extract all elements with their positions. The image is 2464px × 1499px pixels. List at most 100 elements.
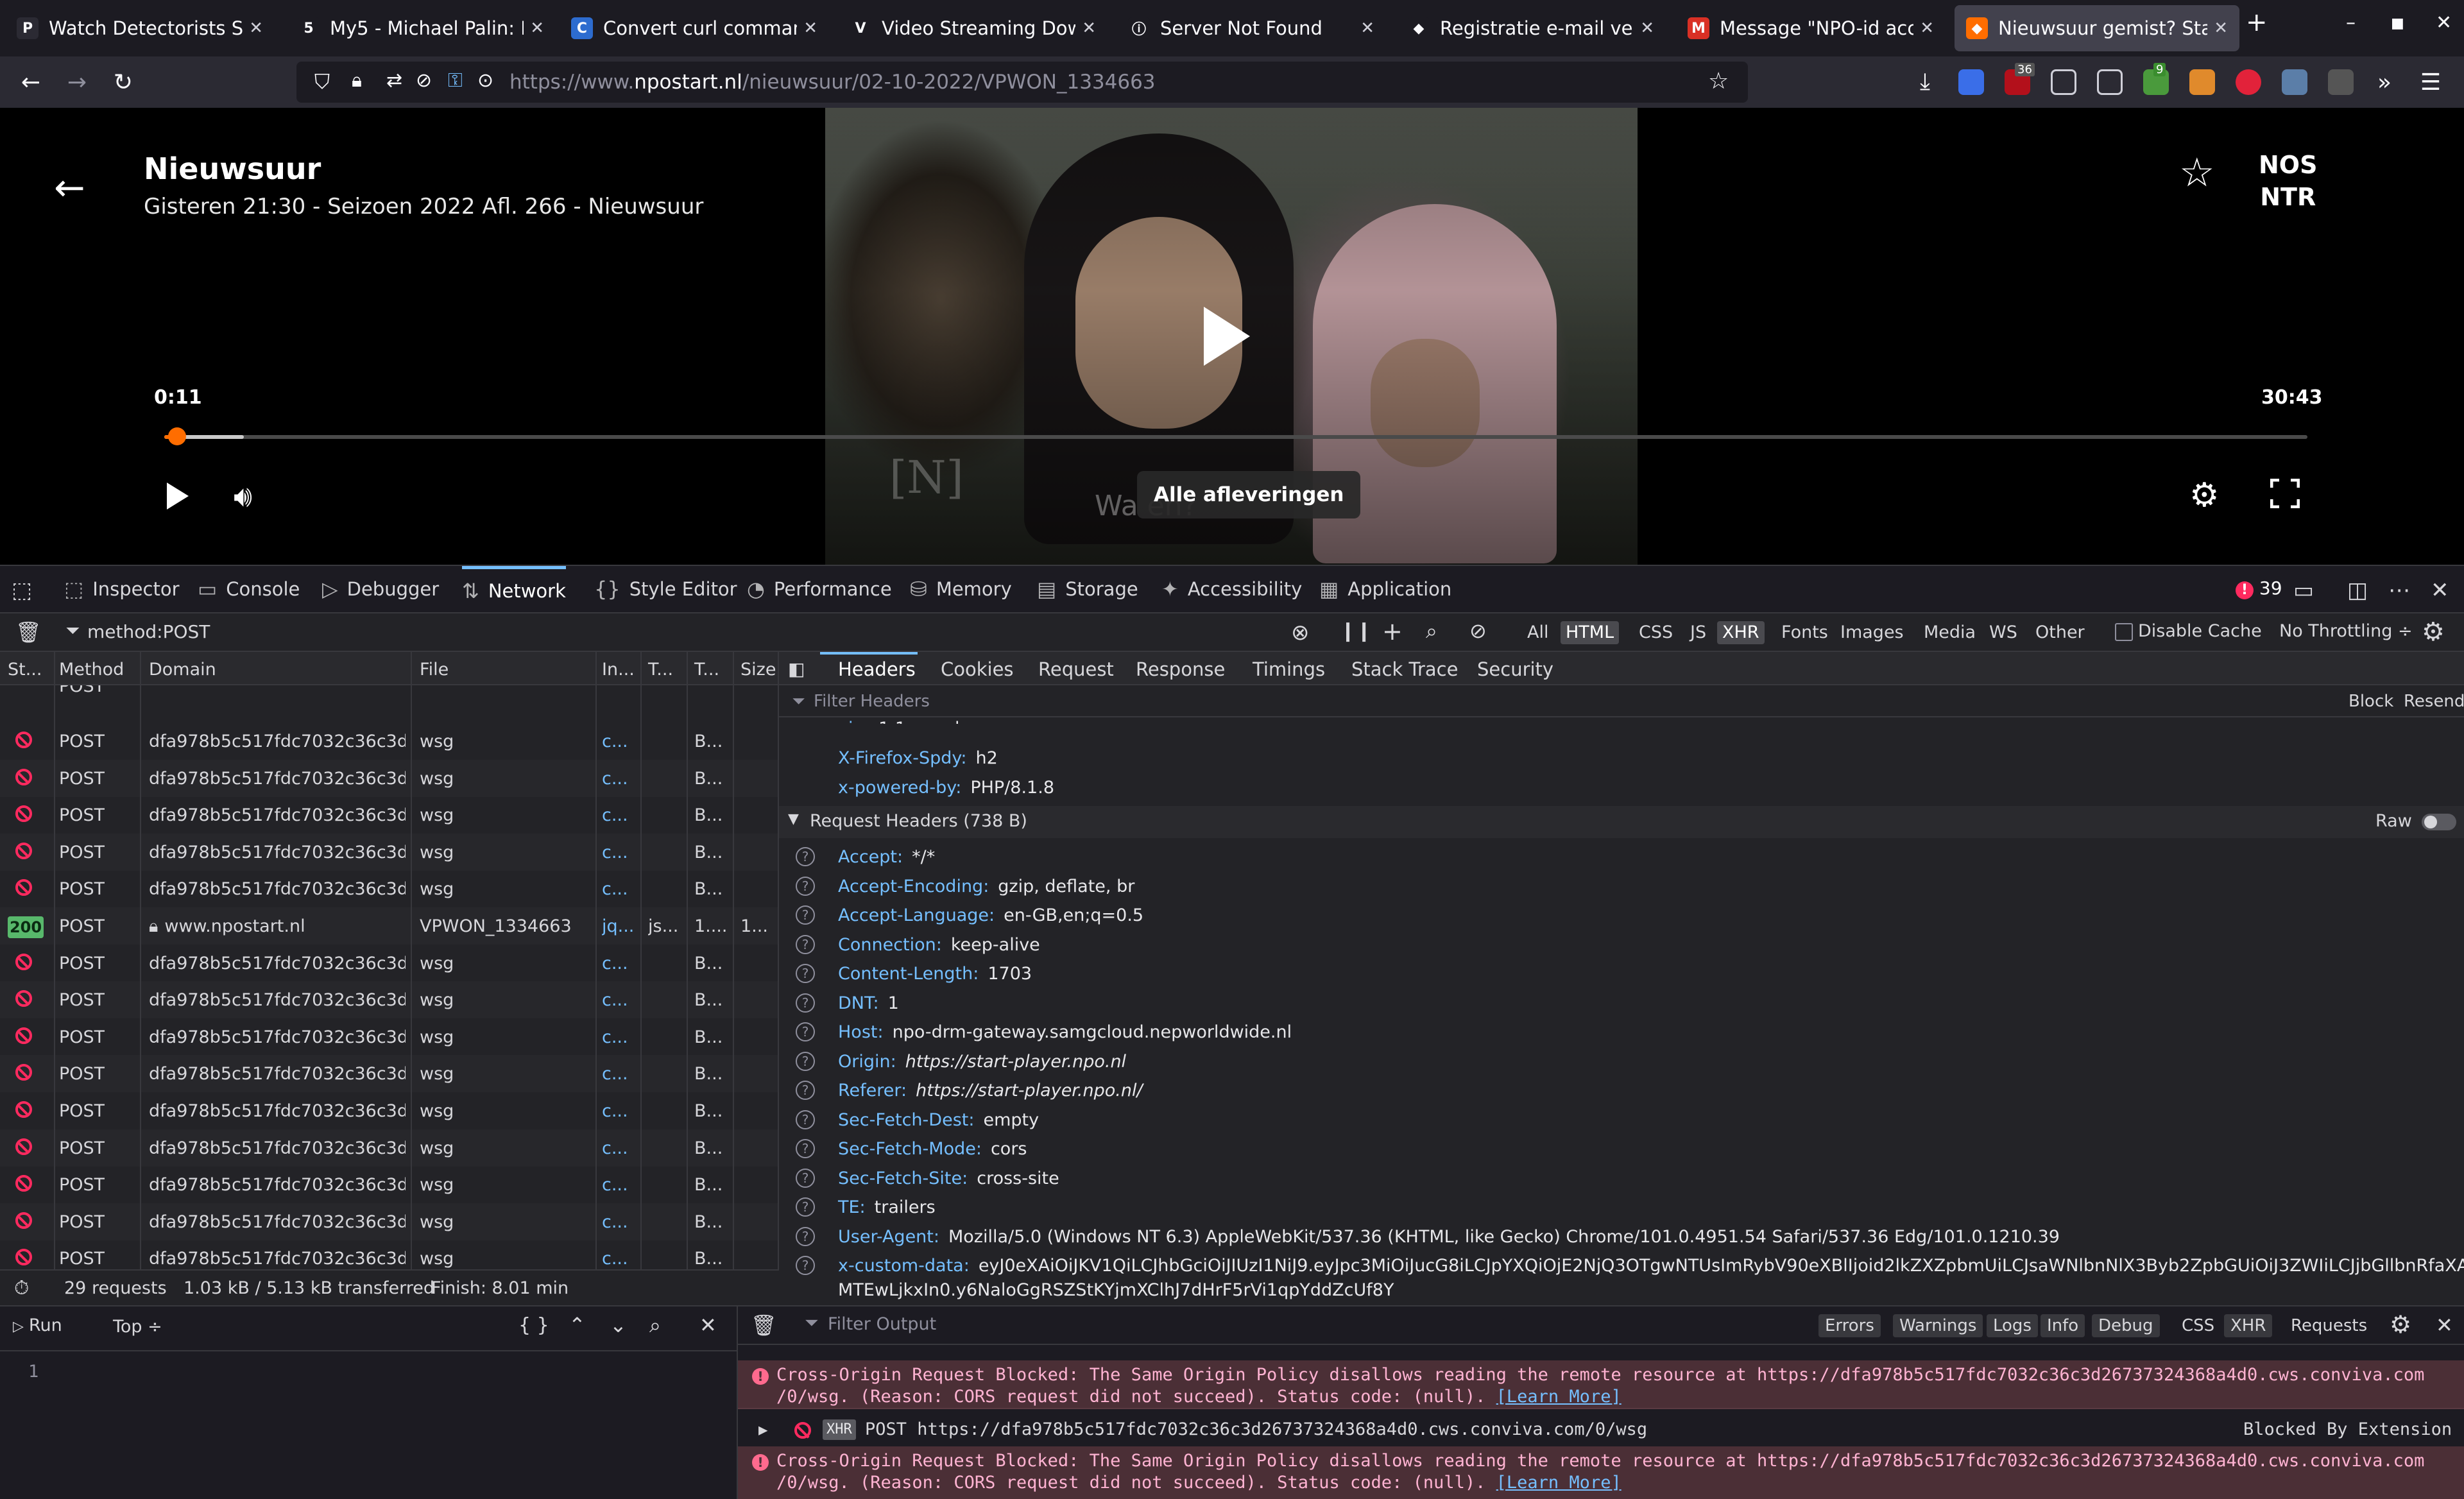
tab-headers[interactable]: Headers <box>838 658 916 680</box>
network-settings-gear-icon[interactable]: ⚙ <box>2422 617 2445 647</box>
table-row[interactable]: POST dfa978b5c517fdc7032c36c3d26... wsg c..… <box>0 1055 778 1093</box>
close-split-console-icon[interactable]: ✕ <box>2436 1313 2453 1337</box>
column-header[interactable]: File <box>420 660 449 680</box>
error-counter[interactable]: ! 39 <box>2236 578 2282 599</box>
clear-console-icon[interactable]: 🗑︎ <box>751 1313 777 1337</box>
request-headers-section[interactable]: ▼ Request Headers (738 B) Raw <box>779 806 2464 838</box>
learn-more-link[interactable]: [Learn More] <box>1496 1387 1621 1407</box>
clear-filter-icon[interactable]: ⊗ <box>1291 620 1310 646</box>
help-icon[interactable]: ? <box>796 934 815 954</box>
table-row[interactable]: POST dfa978b5c517fdc7032c36c3d26... wsg c..… <box>0 723 778 760</box>
table-row[interactable]: POST dfa978b5c517fdc7032c36c3d26... wsg c..… <box>0 1018 778 1056</box>
request-initiator[interactable]: c... <box>602 1027 639 1047</box>
forward-arrow-icon[interactable]: → <box>63 68 91 96</box>
console-level-info[interactable]: Info <box>2041 1314 2085 1337</box>
permissions-icon[interactable]: ⇄ <box>386 69 402 92</box>
video-player[interactable]: [N] Wa en? ← Nieuwsuur Gisteren 21:30 - … <box>0 108 2464 565</box>
back-arrow-icon[interactable]: ← <box>17 68 45 96</box>
resend-button[interactable]: Resend <box>2404 692 2464 711</box>
filter-type-html[interactable]: HTML <box>1561 621 1620 644</box>
column-header[interactable]: T... <box>694 660 719 680</box>
console-xhr-message[interactable]: ▶ XHR POST https://dfa978b5c517fdc7032c3… <box>738 1414 2464 1446</box>
expand-arrow-icon[interactable]: ▶ <box>758 1421 767 1439</box>
request-initiator[interactable]: c... <box>602 1101 639 1121</box>
context-selector[interactable]: Top ÷ <box>113 1317 162 1337</box>
key-icon[interactable]: ⚿ <box>448 69 463 92</box>
tab-stack-trace[interactable]: Stack Trace <box>1351 658 1458 680</box>
drm-icon[interactable]: ⊙ <box>477 69 493 92</box>
new-tab-icon[interactable]: + <box>2246 8 2268 37</box>
column-header[interactable]: In... <box>602 660 635 680</box>
settings-gear-icon[interactable]: ⚙ <box>2189 476 2220 515</box>
table-row[interactable]: POST dfa978b5c517fdc7032c36c3d26... wsg c..… <box>0 945 778 982</box>
browser-tab[interactable]: M Message "NPO-id accou ✕ <box>1676 5 1946 51</box>
request-initiator[interactable]: c... <box>602 1212 639 1232</box>
minimize-icon[interactable]: – <box>2346 12 2356 34</box>
request-initiator[interactable]: c... <box>602 1064 639 1084</box>
all-episodes-button[interactable]: Alle afleveringen <box>1137 471 1361 518</box>
column-header[interactable]: Method <box>59 660 124 680</box>
filter-type-all[interactable]: All <box>1522 621 1553 644</box>
shield-icon[interactable]: ⛉ <box>314 69 330 94</box>
column-header[interactable]: St... <box>8 660 42 680</box>
extension-shield-icon[interactable] <box>1958 69 1984 95</box>
request-initiator[interactable]: c... <box>602 1249 639 1269</box>
help-icon[interactable]: ? <box>796 905 815 925</box>
tab-close-icon[interactable]: ✕ <box>1360 19 1374 38</box>
filter-type-js[interactable]: JS <box>1685 621 1711 644</box>
tab-security[interactable]: Security <box>1477 658 1553 680</box>
help-icon[interactable]: ? <box>796 1226 815 1246</box>
history-up-icon[interactable]: ⌃ <box>569 1313 586 1337</box>
filter-headers-input[interactable]: Filter Headers <box>814 692 930 711</box>
pretty-print-icon[interactable]: { } <box>518 1314 549 1337</box>
player-back-icon[interactable]: ← <box>54 166 85 209</box>
tab-close-icon[interactable]: ✕ <box>803 19 817 38</box>
table-row[interactable]: POST dfa978b5c517fdc7032c36c3d26... wsg c..… <box>0 1240 778 1269</box>
browser-tab[interactable]: ⓘ Server Not Found ✕ <box>1116 5 1386 51</box>
pip-icon[interactable] <box>2282 69 2307 95</box>
filter-type-xhr[interactable]: XHR <box>1717 621 1765 644</box>
dock-icon[interactable]: ◫ <box>2347 578 2368 603</box>
fullscreen-icon[interactable] <box>2270 479 2300 508</box>
element-picker-icon[interactable]: ⬚ <box>12 578 32 603</box>
console-filter-xhr[interactable]: XHR <box>2224 1314 2273 1337</box>
console-settings-gear-icon[interactable]: ⚙ <box>2390 1310 2411 1339</box>
filter-type-other[interactable]: Other <box>2030 621 2090 644</box>
help-icon[interactable]: ? <box>796 1109 815 1129</box>
help-icon[interactable]: ? <box>796 1081 815 1100</box>
throttling-select[interactable]: No Throttling ÷ <box>2279 621 2413 641</box>
tab-close-icon[interactable]: ✕ <box>2214 19 2228 38</box>
seek-handle[interactable] <box>168 427 187 445</box>
console-filter-css[interactable]: CSS <box>2175 1314 2221 1337</box>
browser-tab[interactable]: ◆ Nieuwsuur gemist? Start ✕ <box>1955 5 2239 51</box>
help-icon[interactable]: ? <box>796 1022 815 1041</box>
reload-icon[interactable]: ↻ <box>109 68 137 96</box>
browser-tab[interactable]: P Watch Detectorists Series ✕ <box>5 5 275 51</box>
volume-icon[interactable]: 🔊︎ <box>234 479 252 515</box>
devtools-tab-console[interactable]: ▭ Console <box>198 566 300 612</box>
toggle-sidebar-icon[interactable]: ◧ <box>788 658 805 680</box>
console-level-logs[interactable]: Logs <box>1987 1314 2038 1337</box>
filter-type-css[interactable]: CSS <box>1634 621 1678 644</box>
tab-close-icon[interactable]: ✕ <box>249 19 263 38</box>
favorite-star-icon[interactable]: ☆ <box>2179 149 2215 196</box>
tab-request[interactable]: Request <box>1038 658 1114 680</box>
browser-tab[interactable]: 5 My5 - Michael Palin: Into ✕ <box>286 5 556 51</box>
request-initiator[interactable]: c... <box>602 805 639 825</box>
table-row[interactable]: POST dfa978b5c517fdc7032c36c3d26... wsg c..… <box>0 1203 778 1240</box>
table-row[interactable]: POST dfa978b5c517fdc7032c36c3d26... wsg c..… <box>0 1129 778 1167</box>
performance-stopwatch-icon[interactable]: ⏱ <box>14 1277 29 1299</box>
help-icon[interactable]: ? <box>796 1139 815 1158</box>
tab-close-icon[interactable]: ✕ <box>530 19 544 38</box>
table-row[interactable]: POST dfa978b5c517fdc7032c36c3d26... wsg c..… <box>0 759 778 797</box>
run-button[interactable]: ▷ Run <box>13 1315 62 1341</box>
close-editor-icon[interactable]: ✕ <box>699 1313 717 1337</box>
help-icon[interactable]: ? <box>796 964 815 983</box>
help-icon[interactable]: ? <box>796 876 815 896</box>
history-down-icon[interactable]: ⌄ <box>610 1313 627 1337</box>
reader-icon[interactable] <box>2097 69 2123 95</box>
request-initiator[interactable]: c... <box>602 954 639 973</box>
close-window-icon[interactable]: ✕ <box>2436 12 2452 34</box>
tab-response[interactable]: Response <box>1136 658 1225 680</box>
filter-output-input[interactable]: Filter Output <box>828 1314 936 1334</box>
